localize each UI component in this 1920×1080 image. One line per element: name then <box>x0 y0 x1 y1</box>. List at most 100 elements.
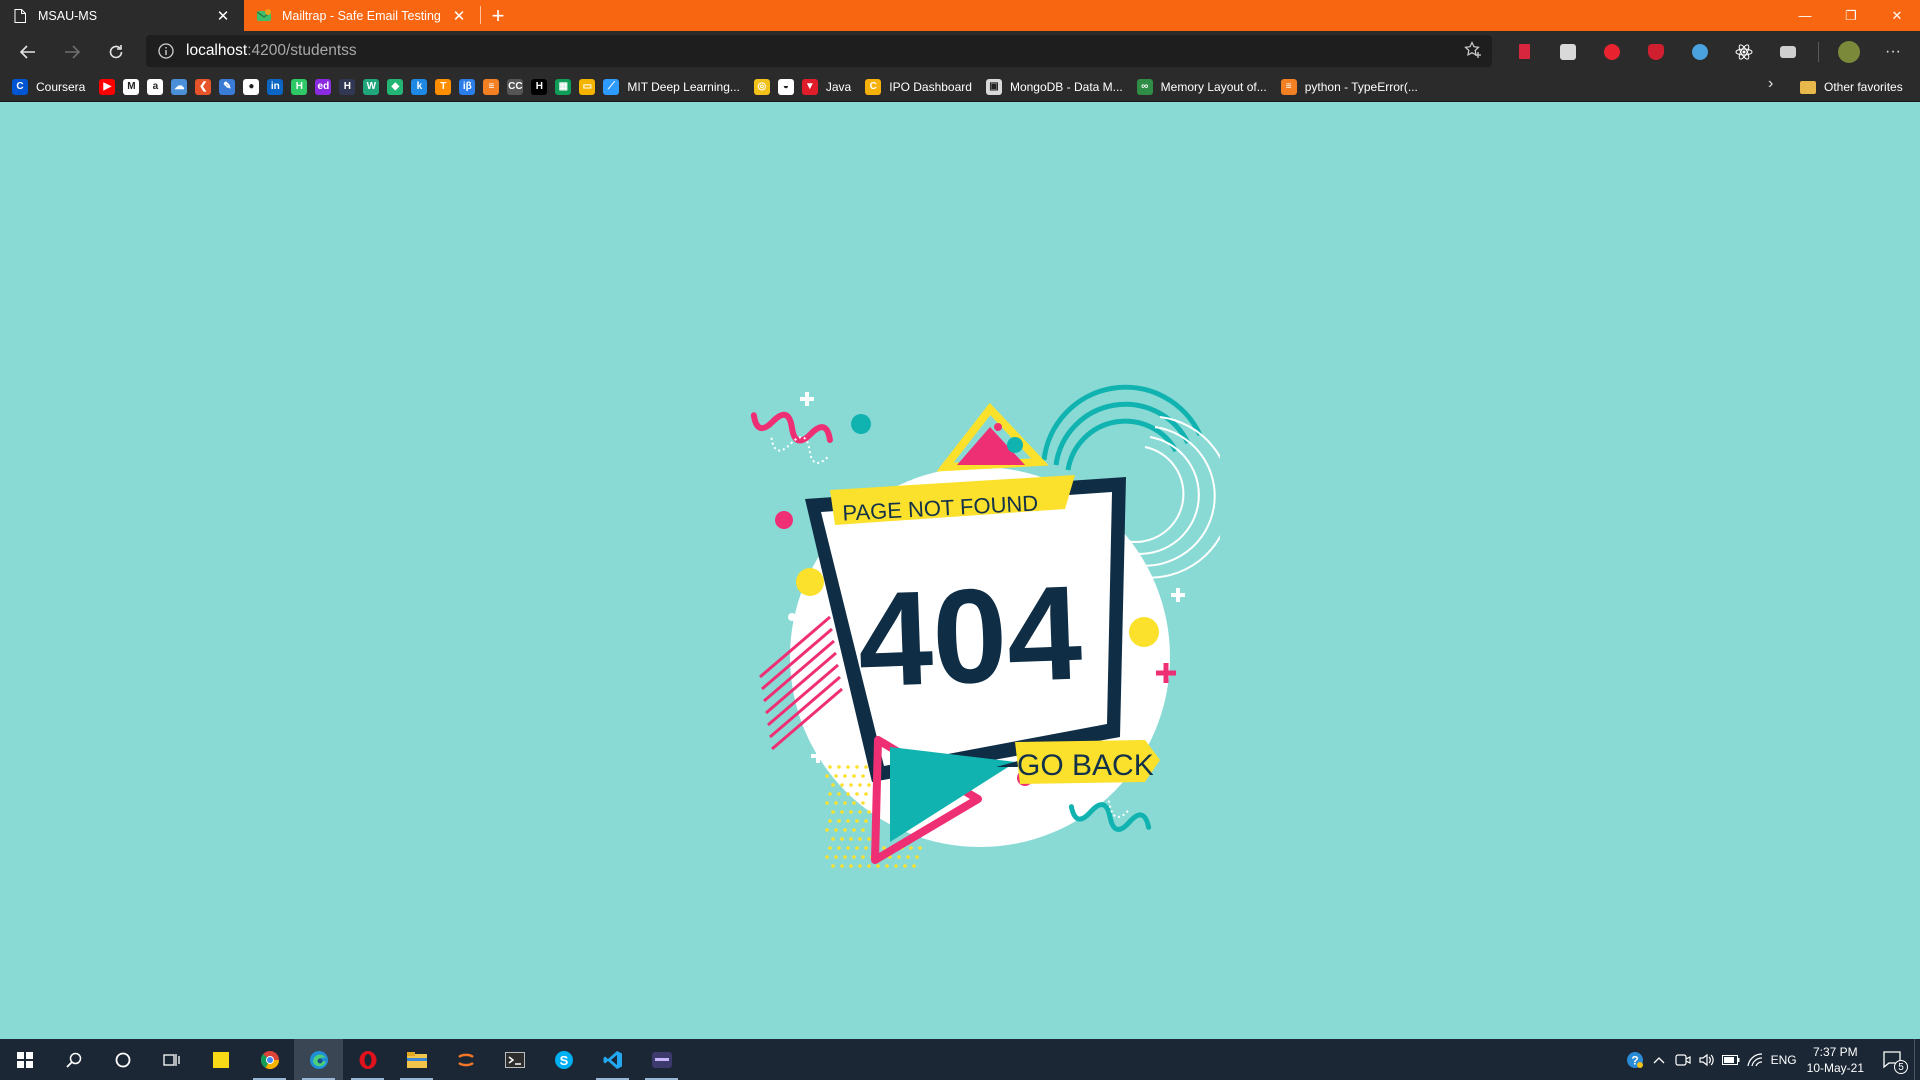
skype-button[interactable]: S <box>539 1039 588 1080</box>
clock[interactable]: 7:37 PM 10-May-21 <box>1807 1044 1864 1076</box>
bookmark-icon-item[interactable]: ◎ <box>753 75 770 99</box>
close-tab-icon[interactable]: ✕ <box>450 7 468 25</box>
address-bar[interactable]: localhost:4200/studentss <box>146 35 1492 67</box>
bookmark-icon-item[interactable]: ◆ <box>387 75 404 99</box>
vscode-button[interactable] <box>588 1039 637 1080</box>
bookmark-icon-item[interactable]: ● <box>243 75 260 99</box>
cortana-button[interactable] <box>98 1039 147 1080</box>
bookmark-item[interactable]: ▣ MongoDB - Data M... <box>985 75 1123 99</box>
globe-ext-icon[interactable] <box>1678 34 1722 70</box>
shield-ext-icon[interactable] <box>1634 34 1678 70</box>
error-code-text: 404 <box>855 559 1084 716</box>
close-window-icon[interactable]: ✕ <box>1874 0 1920 31</box>
bookmark-icon-item[interactable]: T <box>435 75 452 99</box>
bookmark-icon-item[interactable]: ✎ <box>219 75 236 99</box>
bookmark-icon-item[interactable]: CC <box>507 75 524 99</box>
yellow-dot-mark <box>852 855 856 859</box>
bookmark-icon-item[interactable]: ▭ <box>579 75 596 99</box>
forward-button[interactable] <box>50 34 94 70</box>
bookmark-icon-item[interactable]: H <box>291 75 308 99</box>
new-tab-button[interactable]: + <box>481 0 515 31</box>
opera-button[interactable] <box>343 1039 392 1080</box>
bookmark-icon-item[interactable]: k <box>411 75 428 99</box>
bookmark-icon-item[interactable]: H <box>339 75 356 99</box>
wifi-icon[interactable] <box>1743 1052 1767 1067</box>
other-favorites-folder[interactable]: Other favorites <box>1800 75 1903 99</box>
collections-icon[interactable] <box>1766 34 1810 70</box>
bookmark-label: Java <box>825 79 852 94</box>
back-button[interactable] <box>6 34 50 70</box>
bookmark-icon-item[interactable]: in <box>267 75 284 99</box>
bookmark-item[interactable]: ▼ Java <box>801 75 852 99</box>
bookmark-icon-item[interactable]: iβ <box>459 75 476 99</box>
bookmark-icon-item[interactable]: H <box>531 75 548 99</box>
meet-now-icon[interactable] <box>1671 1053 1695 1067</box>
bookmark-icon-item[interactable]: W <box>363 75 380 99</box>
ibeta-icon: iβ <box>459 78 476 95</box>
bookmark-icon-item[interactable]: M <box>123 75 140 99</box>
yellow-dot-mark <box>855 765 859 769</box>
notification-center-button[interactable]: 5 <box>1872 1039 1914 1080</box>
restore-icon[interactable]: ❐ <box>1828 0 1874 31</box>
add-favorite-icon[interactable] <box>1464 41 1482 64</box>
file-explorer-button[interactable] <box>392 1039 441 1080</box>
bookmark-item[interactable]: C IPO Dashboard <box>865 75 972 99</box>
profile-avatar[interactable] <box>1827 34 1871 70</box>
yellow-dot-mark <box>837 846 841 850</box>
bookmark-icon-item[interactable]: ❮ <box>195 75 212 99</box>
site-info-icon[interactable] <box>146 43 186 59</box>
bookmark-item[interactable]: ⟋ MIT Deep Learning... <box>603 75 740 99</box>
tab-mailtrap[interactable]: Mailtrap - Safe Email Testing ✕ <box>244 0 480 31</box>
bookmark-item[interactable]: C Coursera <box>12 75 85 99</box>
bookmark-icon-item[interactable]: ▦ <box>555 75 572 99</box>
notification-count-badge: 5 <box>1894 1060 1908 1074</box>
edge-button[interactable] <box>294 1039 343 1080</box>
bookmarks-overflow-chevron-icon[interactable]: › <box>1768 75 1773 93</box>
dotted-squiggle <box>770 436 830 464</box>
yellow-dot-mark <box>831 837 835 841</box>
yellow-dot-mark <box>864 792 868 796</box>
bookmark-icon-item[interactable]: ≡ <box>483 75 500 99</box>
w-icon: W <box>363 78 380 95</box>
volume-icon[interactable] <box>1695 1053 1719 1067</box>
chevron-up-icon[interactable] <box>1647 1056 1671 1064</box>
tab-title: MSAU-MS <box>38 8 98 23</box>
jupyter-button[interactable] <box>441 1039 490 1080</box>
terminal-button[interactable] <box>490 1039 539 1080</box>
bookmark-icon-item[interactable]: ed <box>315 75 332 99</box>
bookmark-item[interactable]: ∞ Memory Layout of... <box>1136 75 1267 99</box>
react-ext-icon[interactable] <box>1722 34 1766 70</box>
search-button[interactable] <box>49 1039 98 1080</box>
yellow-dot <box>1129 617 1159 647</box>
task-view-button[interactable] <box>147 1039 196 1080</box>
yellow-dot-mark <box>831 864 835 868</box>
bookmark-icon-item[interactable]: ▶ <box>99 75 116 99</box>
bookmark-ext-icon[interactable] <box>1502 34 1546 70</box>
clock-date: 10-May-21 <box>1806 1060 1864 1075</box>
language-indicator[interactable]: ENG <box>1767 1053 1801 1067</box>
sticky-notes-button[interactable] <box>196 1039 245 1080</box>
adblock-ext-icon[interactable] <box>1590 34 1634 70</box>
yellow-dot-mark <box>831 810 835 814</box>
close-tab-icon[interactable]: ✕ <box>214 7 232 25</box>
stackoverflow-icon: ≡ <box>483 78 500 95</box>
app-button[interactable] <box>637 1039 686 1080</box>
minimize-icon[interactable]: — <box>1782 0 1828 31</box>
refresh-button[interactable] <box>94 34 138 70</box>
chrome-button[interactable] <box>245 1039 294 1080</box>
start-button[interactable] <box>0 1039 49 1080</box>
bookmark-icon-item[interactable]: ◒ <box>777 75 794 99</box>
show-desktop-button[interactable] <box>1914 1039 1920 1080</box>
k-ext-icon[interactable] <box>1546 34 1590 70</box>
battery-icon[interactable] <box>1719 1054 1743 1065</box>
help-icon[interactable]: ? <box>1623 1051 1647 1069</box>
bookmark-icon-item[interactable]: a <box>147 75 164 99</box>
go-back-text[interactable]: GO BACK <box>1017 749 1154 782</box>
more-menu-icon[interactable]: ··· <box>1871 34 1915 70</box>
other-favorites-label: Other favorites <box>1824 80 1903 94</box>
bookmark-item[interactable]: ≡ python - TypeError(... <box>1280 75 1418 99</box>
bookmark-label: IPO Dashboard <box>889 79 972 94</box>
tab-msau-ms[interactable]: MSAU-MS ✕ <box>0 0 244 31</box>
url-text[interactable]: localhost:4200/studentss <box>186 42 357 60</box>
bookmark-icon-item[interactable]: ☁ <box>171 75 188 99</box>
